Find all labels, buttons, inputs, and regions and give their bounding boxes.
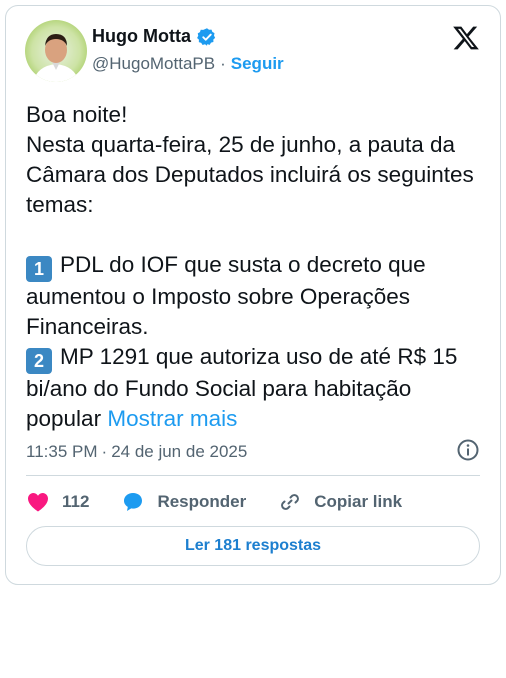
info-icon[interactable]: [456, 438, 480, 462]
tweet-card: Hugo Motta @HugoMottaPB · Seguir Boa noi…: [5, 5, 501, 585]
handle-separator: ·: [220, 54, 226, 73]
reply-label: Responder: [157, 492, 247, 511]
avatar[interactable]: [25, 20, 87, 82]
verified-badge-icon: [197, 27, 216, 46]
copy-link-button[interactable]: Copiar link: [278, 490, 402, 514]
intro-text: Nesta quarta-feira, 25 de junho, a pauta…: [26, 132, 481, 217]
reply-button[interactable]: Responder: [121, 490, 246, 514]
author-name-row: Hugo Motta: [92, 26, 217, 47]
greeting: Boa noite!: [26, 102, 128, 127]
keycap-number-badge: 1: [26, 256, 52, 282]
author-handle[interactable]: @HugoMottaPB: [92, 54, 215, 74]
show-more-link[interactable]: Mostrar mais: [107, 406, 237, 431]
divider: [26, 475, 480, 476]
agenda-item-text: MP 1291 que autoriza uso de até R$ 15 bi…: [26, 344, 464, 431]
agenda-item-text: PDL do IOF que susta o decreto que aumen…: [26, 252, 432, 339]
read-replies-button[interactable]: Ler 181 respostas: [26, 526, 480, 566]
avatar-portrait: [33, 34, 79, 82]
like-count: 112: [62, 492, 90, 511]
keycap-number-badge: 2: [26, 348, 52, 374]
author-name[interactable]: Hugo Motta: [92, 26, 191, 47]
follow-button[interactable]: Seguir: [231, 54, 284, 74]
link-icon: [281, 494, 300, 510]
tweet-date[interactable]: 24 de jun de 2025: [111, 442, 247, 462]
meta-separator: ·: [101, 442, 108, 461]
like-button[interactable]: 112: [26, 490, 89, 514]
action-bar: 112 Responder Copiar link: [26, 490, 434, 514]
tweet-time[interactable]: 11:35 PM: [26, 442, 98, 462]
read-replies-label: Ler 181 respostas: [184, 537, 322, 554]
tweet-text: Boa noite! Nesta quarta-feira, 25 de jun…: [26, 100, 486, 434]
heart-icon: [28, 493, 48, 512]
reply-bubble-icon: [124, 493, 143, 511]
x-logo-icon[interactable]: [452, 24, 480, 52]
author-handle-row: @HugoMottaPB · Seguir: [92, 54, 284, 74]
copy-link-label: Copiar link: [314, 492, 403, 511]
tweet-meta: 11:35 PM · 24 de jun de 2025: [26, 442, 247, 462]
